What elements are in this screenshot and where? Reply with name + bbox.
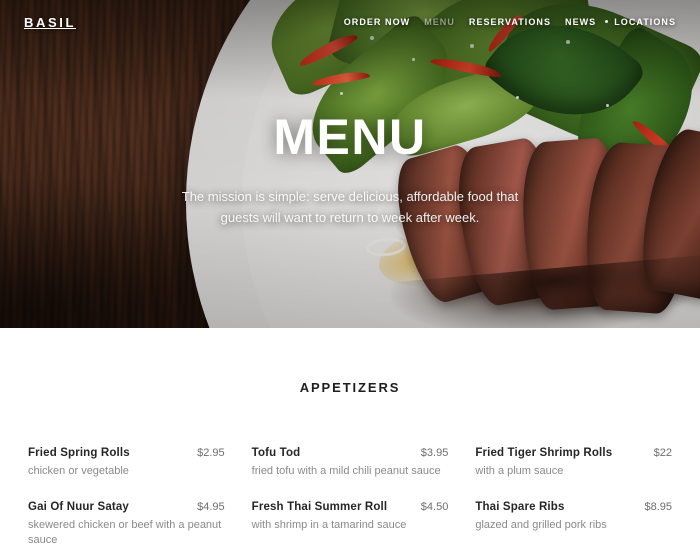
site-header: BASIL ORDER NOW MENU RESERVATIONS NEWS L…	[0, 0, 700, 44]
menu-item[interactable]: Tofu Tod $3.95 fried tofu with a mild ch…	[252, 447, 449, 479]
menu-item-name: Gai Of Nuur Satay	[28, 501, 129, 513]
menu-item-price: $8.95	[644, 501, 672, 513]
menu-item-description: with a plum sauce	[475, 465, 564, 477]
menu-item-price: $4.50	[420, 501, 449, 513]
menu-item-description: skewered chicken or beef with a peanut s…	[28, 519, 222, 546]
nav-item-locations[interactable]: LOCATIONS	[614, 17, 676, 27]
nav-item-menu[interactable]: MENU	[424, 17, 455, 27]
menu-item-name: Thai Spare Ribs	[475, 501, 565, 513]
menu-item-header: Tofu Tod $3.95	[252, 447, 449, 459]
site-logo[interactable]: BASIL	[24, 15, 76, 30]
menu-item-price: $22	[653, 447, 672, 459]
hero-subtitle: The mission is simple: serve delicious, …	[181, 189, 519, 225]
menu-item[interactable]: Gai Of Nuur Satay $4.95 skewered chicken…	[28, 501, 225, 547]
menu-item[interactable]: Fried Spring Rolls $2.95 chicken or vege…	[28, 447, 225, 479]
menu-item-name: Fresh Thai Summer Roll	[251, 501, 388, 513]
menu-item[interactable]: Thai Spare Ribs $8.95 glazed and grilled…	[475, 501, 672, 547]
nav-item-reservations[interactable]: RESERVATIONS	[469, 17, 551, 27]
menu-section: APPETIZERS Fried Spring Rolls $2.95 chic…	[0, 328, 700, 547]
nav-item-order-now[interactable]: ORDER NOW	[344, 17, 410, 27]
menu-item-name: Fried Spring Rolls	[28, 447, 130, 459]
menu-item-price: $4.95	[197, 501, 225, 513]
menu-item-description: fried tofu with a mild chili peanut sauc…	[251, 465, 441, 477]
menu-grid: Fried Spring Rolls $2.95 chicken or vege…	[28, 447, 672, 547]
menu-item-price: $2.95	[197, 447, 225, 459]
menu-item-header: Gai Of Nuur Satay $4.95	[28, 501, 225, 513]
menu-item-header: Fried Spring Rolls $2.95	[28, 447, 225, 459]
nav-separator-dot-icon	[605, 19, 609, 23]
menu-item-header: Thai Spare Ribs $8.95	[475, 501, 672, 513]
menu-item[interactable]: Fried Tiger Shrimp Rolls $22 with a plum…	[475, 447, 672, 479]
menu-item-description: chicken or vegetable	[28, 465, 129, 477]
section-title-appetizers: APPETIZERS	[299, 380, 401, 395]
page-title: MENU	[273, 109, 427, 165]
menu-item-description: with shrimp in a tamarind sauce	[251, 519, 407, 531]
menu-item-name: Fried Tiger Shrimp Rolls	[475, 447, 613, 459]
menu-item[interactable]: Fresh Thai Summer Roll $4.50 with shrimp…	[252, 501, 449, 547]
hero-copy: MENU The mission is simple: serve delici…	[0, 112, 700, 228]
menu-item-name: Tofu Tod	[251, 447, 301, 459]
menu-item-header: Fried Tiger Shrimp Rolls $22	[475, 447, 672, 459]
menu-item-description: glazed and grilled pork ribs	[475, 519, 607, 531]
menu-item-header: Fresh Thai Summer Roll $4.50	[252, 501, 449, 513]
menu-item-price: $3.95	[420, 447, 449, 459]
nav-item-news[interactable]: NEWS	[565, 17, 596, 27]
hero-banner: BASIL ORDER NOW MENU RESERVATIONS NEWS L…	[0, 0, 700, 328]
main-navigation: ORDER NOW MENU RESERVATIONS NEWS LOCATIO…	[330, 17, 676, 27]
